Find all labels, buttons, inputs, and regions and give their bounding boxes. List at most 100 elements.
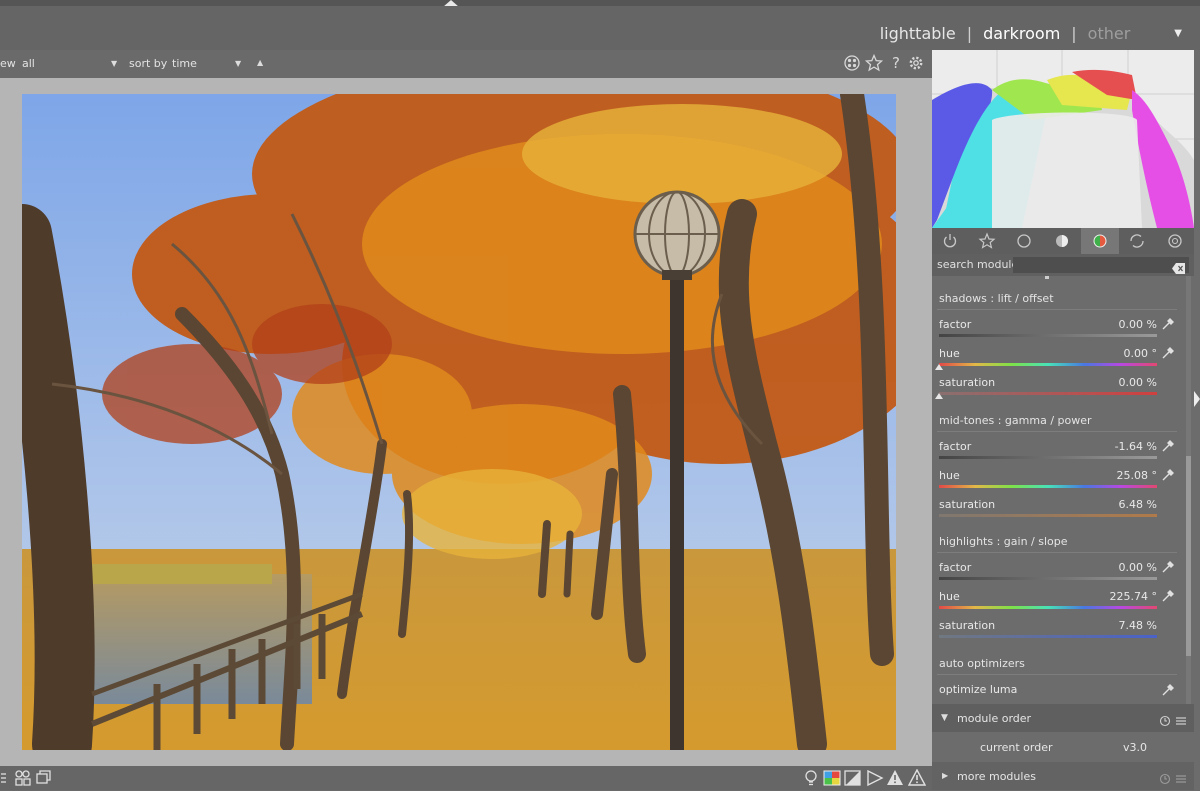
view-switcher: lighttable | darkroom | other ▼ [880, 24, 1182, 43]
midtones-hue-value: 25.08 ° [1116, 469, 1158, 482]
gear-icon[interactable] [907, 54, 925, 72]
color-picker-icon[interactable] [1161, 588, 1175, 602]
view-lighttable[interactable]: lighttable [880, 24, 956, 43]
bulb-icon[interactable] [802, 769, 820, 787]
view-filter-dropdown-icon[interactable]: ▼ [111, 59, 117, 68]
grouping-icon[interactable] [843, 54, 861, 72]
highlights-section-title: highlights : gain / slope [939, 535, 1068, 548]
presets-clock-icon[interactable] [1159, 712, 1171, 727]
views-dropdown-icon[interactable]: ▼ [1174, 28, 1182, 39]
shadows-factor-value: 0.00 % [1118, 318, 1157, 331]
highlights-hue-slider[interactable] [939, 606, 1157, 613]
section-divider [937, 552, 1177, 553]
highlights-saturation-slider[interactable] [939, 635, 1157, 642]
effect-icon[interactable] [1166, 232, 1184, 250]
auto-optimizers-title: auto optimizers [939, 657, 1025, 670]
section-divider [937, 431, 1177, 432]
shadows-factor-slider[interactable] [939, 334, 1157, 341]
menu-lines-icon[interactable] [1175, 770, 1187, 783]
sort-by-label: sort by [129, 57, 168, 70]
tone-icon[interactable] [1053, 232, 1071, 250]
styles-icon[interactable] [14, 769, 32, 787]
view-separator: | [1071, 24, 1077, 43]
collapsed-arrow-icon: ▶ [942, 771, 949, 780]
right-panel-toggle-arrow[interactable] [1194, 391, 1200, 407]
optimize-luma-button[interactable]: optimize luma [939, 683, 1017, 696]
shadows-hue-label: hue [939, 347, 960, 360]
section-divider [937, 309, 1177, 310]
panel-scrollbar-thumb[interactable] [1186, 456, 1191, 656]
expanded-arrow-icon: ▼ [941, 713, 948, 723]
filmstrip-toolbar: ew all ▼ sort by time ▼ ▲ ? [0, 50, 932, 78]
collapse-marker [1045, 276, 1049, 279]
more-modules-label: more modules [957, 770, 1036, 783]
highlights-factor-slider[interactable] [939, 577, 1157, 584]
shadows-section-title: shadows : lift / offset [939, 292, 1054, 305]
power-icon[interactable] [941, 232, 959, 250]
image-preview[interactable] [22, 94, 896, 750]
midtones-saturation-value: 6.48 % [1118, 498, 1157, 511]
histogram[interactable] [932, 50, 1194, 228]
midtones-section-title: mid-tones : gamma / power [939, 414, 1092, 427]
highlights-hue-label: hue [939, 590, 960, 603]
gamut-icon[interactable] [844, 769, 862, 787]
search-module-label: search module [937, 258, 1019, 271]
basic-icon[interactable] [1015, 232, 1033, 250]
section-divider [937, 674, 1177, 675]
help-icon[interactable]: ? [887, 54, 905, 72]
sort-by-select[interactable]: time [172, 57, 197, 70]
view-filter-select[interactable]: all [22, 57, 35, 70]
highlights-saturation-value: 7.48 % [1118, 619, 1157, 632]
right-panel: search module shadows : lift / offset fa… [932, 50, 1200, 790]
view-filter-label: ew [0, 57, 16, 70]
focus-peak-icon[interactable] [866, 769, 884, 787]
clear-search-icon[interactable] [1172, 259, 1185, 274]
shadows-saturation-label: saturation [939, 376, 996, 389]
view-darkroom[interactable]: darkroom [983, 24, 1060, 43]
current-order-row: current order v3.0 [932, 732, 1194, 762]
shadows-hue-slider[interactable] [935, 363, 1157, 370]
search-module-row: search module [932, 254, 1194, 276]
current-order-value: v3.0 [1123, 741, 1148, 754]
highlights-factor-value: 0.00 % [1118, 561, 1157, 574]
duplicate-icon[interactable] [35, 769, 53, 787]
view-other[interactable]: other [1088, 24, 1131, 43]
midtones-factor-slider[interactable] [939, 456, 1157, 463]
color-picker-icon[interactable] [1161, 682, 1175, 696]
softproof-icon[interactable] [823, 769, 841, 787]
midtones-factor-value: -1.64 % [1114, 440, 1157, 453]
raw-overexposed-icon[interactable] [907, 768, 927, 787]
color-balance-module: shadows : lift / offset factor 0.00 % hu… [932, 276, 1186, 704]
highlights-factor-label: factor [939, 561, 972, 574]
search-module-input[interactable] [1013, 257, 1189, 274]
midtones-saturation-slider[interactable] [939, 514, 1157, 521]
color-picker-icon[interactable] [1161, 316, 1175, 330]
current-order-label: current order [980, 741, 1053, 754]
shadows-saturation-slider[interactable] [935, 392, 1157, 399]
view-separator: | [966, 24, 973, 43]
favorite-icon[interactable] [978, 232, 996, 250]
color-icon[interactable] [1081, 228, 1119, 254]
shadows-hue-value: 0.00 ° [1123, 347, 1158, 360]
menu-lines-icon[interactable] [1175, 712, 1187, 725]
module-order-label: module order [957, 712, 1032, 725]
midtones-hue-slider[interactable] [939, 485, 1157, 492]
panel-scrollbar[interactable] [1186, 276, 1191, 704]
midtones-hue-label: hue [939, 469, 960, 482]
module-group-tabs [932, 228, 1194, 254]
sort-by-dropdown-icon[interactable]: ▼ [235, 59, 241, 68]
color-picker-icon[interactable] [1161, 438, 1175, 452]
midtones-saturation-label: saturation [939, 498, 996, 511]
color-picker-icon[interactable] [1161, 345, 1175, 359]
more-modules-header[interactable]: ▶ more modules [932, 762, 1194, 790]
star-icon[interactable] [864, 53, 884, 72]
color-picker-icon[interactable] [1161, 559, 1175, 573]
bottom-bar [0, 766, 932, 790]
overexposed-icon[interactable] [886, 769, 904, 787]
correct-icon[interactable] [1128, 232, 1146, 250]
highlights-saturation-label: saturation [939, 619, 996, 632]
sort-order-icon[interactable]: ▲ [257, 58, 263, 67]
module-order-header[interactable]: ▼ module order [932, 704, 1194, 732]
presets-clock-icon[interactable] [1159, 770, 1171, 785]
color-picker-icon[interactable] [1161, 467, 1175, 481]
